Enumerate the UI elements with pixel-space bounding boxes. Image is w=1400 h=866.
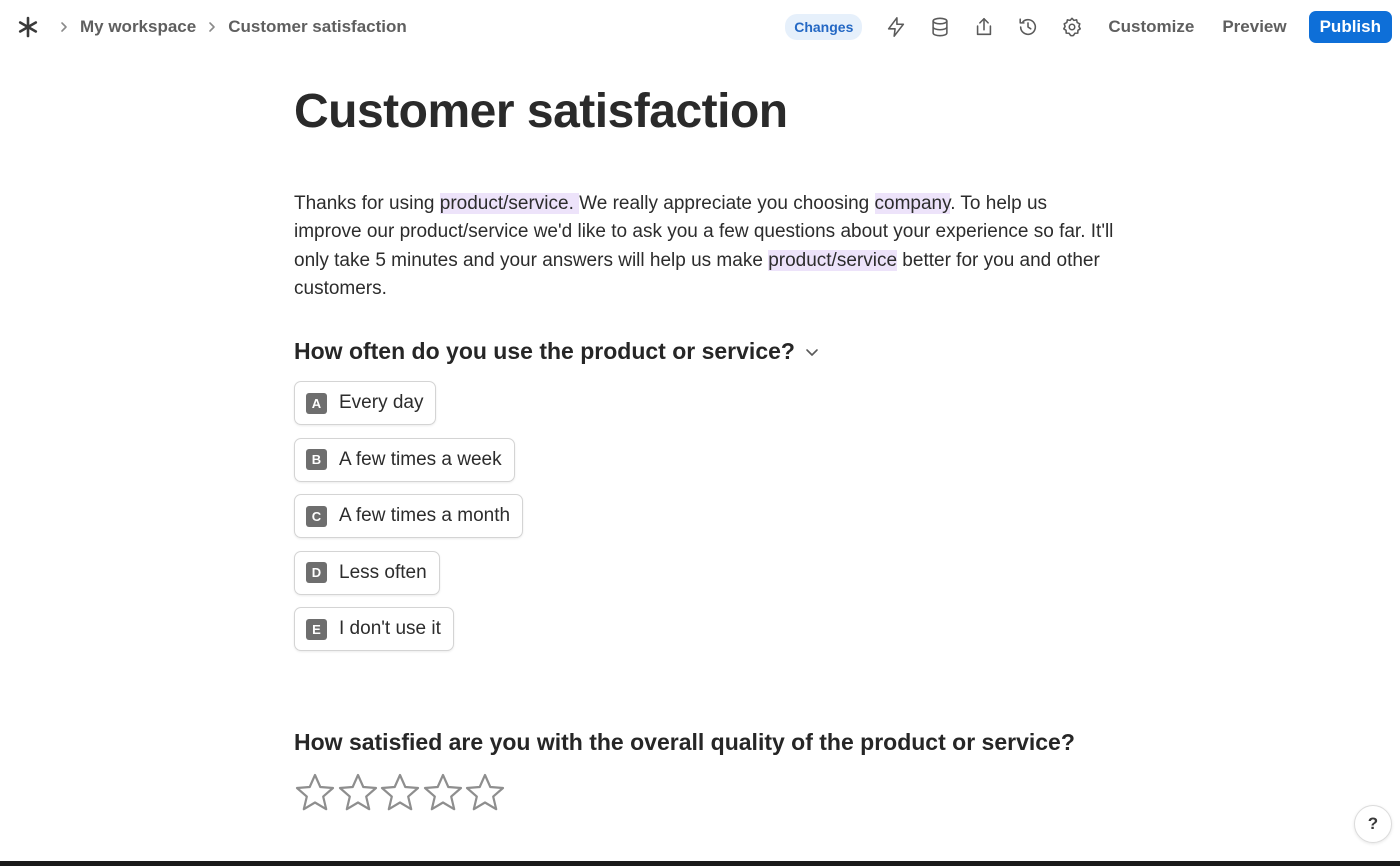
option-few-times-week[interactable]: B A few times a week — [294, 437, 515, 482]
chevron-right-icon — [54, 17, 74, 37]
star-icon[interactable] — [464, 772, 506, 814]
chevron-down-icon[interactable] — [805, 343, 823, 361]
option-label: A few times a week — [339, 448, 502, 470]
form-title[interactable]: Customer satisfaction — [294, 84, 788, 139]
option-label: Less often — [339, 561, 427, 583]
intro-paragraph[interactable]: Thanks for using product/service. We rea… — [294, 190, 1114, 304]
variable-highlight[interactable]: product/service. — [439, 193, 580, 214]
top-bar: My workspace Customer satisfaction Chang… — [0, 0, 1400, 54]
star-icon[interactable] — [379, 772, 421, 814]
question-2-heading[interactable]: How satisfied are you with the overall q… — [294, 729, 1075, 756]
intro-text: Thanks for using — [294, 193, 440, 214]
variable-highlight[interactable]: company — [874, 193, 951, 214]
option-key-badge: E — [306, 618, 327, 640]
star-icon[interactable] — [422, 772, 464, 814]
breadcrumb-workspace[interactable]: My workspace — [80, 17, 196, 37]
question-1-text: How often do you use the product or serv… — [294, 338, 795, 364]
bottom-edge — [0, 861, 1400, 866]
chevron-right-icon — [202, 17, 222, 37]
question-1-options: A Every day B A few times a week C A few… — [294, 381, 524, 664]
variable-highlight[interactable]: product/service — [768, 249, 898, 271]
option-key-badge: C — [306, 505, 327, 527]
preview-button[interactable]: Preview — [1208, 17, 1300, 37]
changes-badge[interactable]: Changes — [785, 14, 863, 40]
option-label: Every day — [339, 392, 424, 413]
option-less-often[interactable]: D Less often — [294, 550, 440, 595]
intro-text: We really appreciate you choosing — [579, 193, 875, 214]
option-key-badge: B — [306, 449, 327, 470]
option-few-times-month[interactable]: C A few times a month — [294, 494, 524, 538]
gear-icon[interactable] — [1050, 10, 1094, 44]
help-button[interactable]: ? — [1354, 805, 1392, 843]
star-icon[interactable] — [294, 772, 336, 814]
option-every-day[interactable]: A Every day — [294, 381, 437, 425]
option-label: I don't use it — [339, 618, 441, 639]
breadcrumb: My workspace Customer satisfaction — [48, 0, 407, 54]
toolbar-actions: Changes Customize Preview Publish — [785, 10, 1392, 44]
option-dont-use[interactable]: E I don't use it — [294, 607, 454, 651]
asterisk-logo-icon[interactable] — [16, 15, 40, 39]
star-rating — [294, 772, 507, 814]
customize-button[interactable]: Customize — [1094, 17, 1208, 37]
share-icon[interactable] — [962, 10, 1006, 44]
star-icon[interactable] — [337, 772, 379, 814]
option-label: A few times a month — [339, 505, 511, 526]
option-key-badge: A — [306, 392, 327, 414]
publish-button[interactable]: Publish — [1308, 11, 1392, 43]
database-icon[interactable] — [918, 10, 962, 44]
breadcrumb-current-page[interactable]: Customer satisfaction — [228, 17, 407, 37]
question-1-heading[interactable]: How often do you use the product or serv… — [294, 338, 823, 365]
history-icon[interactable] — [1006, 10, 1050, 44]
bolt-icon[interactable] — [874, 10, 918, 44]
option-key-badge: D — [306, 562, 327, 583]
